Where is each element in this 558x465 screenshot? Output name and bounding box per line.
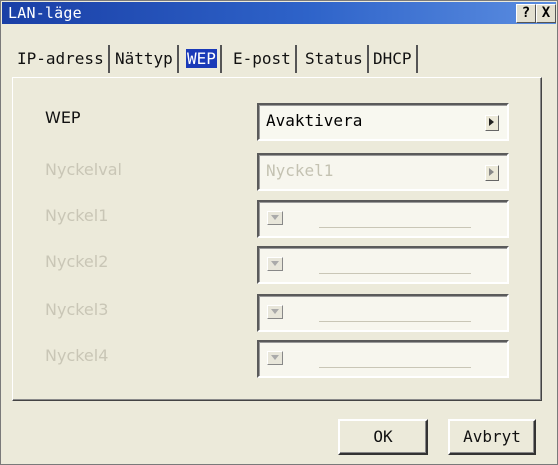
lan-mode-dialog: LAN-läge ? X IP-adress Nättyp WEP E-post… <box>0 0 558 465</box>
wep-settings-panel: WEP Avaktivera Nyckelval Nyckel1 Nyckel1… <box>12 77 542 401</box>
key1-input <box>257 200 509 238</box>
key-select: Nyckel1 <box>257 153 509 191</box>
tab-label: DHCP <box>373 49 412 68</box>
key3-underline <box>319 321 471 322</box>
key-select-value: Nyckel1 <box>266 161 334 180</box>
dropdown-icon <box>267 351 283 365</box>
title-bar[interactable]: LAN-läge ? X <box>2 2 556 24</box>
key2-input <box>257 246 509 284</box>
cancel-button[interactable]: Avbryt <box>448 419 536 455</box>
tab-status[interactable]: Status <box>301 45 369 73</box>
wep-value: Avaktivera <box>266 111 363 130</box>
key2-label: Nyckel2 <box>45 252 109 271</box>
key1-label: Nyckel1 <box>45 206 109 225</box>
key4-input <box>257 340 509 378</box>
help-button[interactable]: ? <box>516 4 536 23</box>
right-arrow-icon <box>485 165 499 181</box>
wep-label: WEP <box>45 108 81 127</box>
close-button[interactable]: X <box>536 4 556 23</box>
tab-label: Status <box>305 49 363 68</box>
key-select-label: Nyckelval <box>45 160 122 179</box>
dropdown-icon <box>267 257 283 271</box>
key4-label: Nyckel4 <box>45 346 109 365</box>
dropdown-icon <box>267 211 283 225</box>
key1-underline <box>319 227 471 228</box>
key3-label: Nyckel3 <box>45 300 109 319</box>
dropdown-icon <box>267 305 283 319</box>
tab-email[interactable]: E-post <box>229 45 297 73</box>
key4-underline <box>319 367 471 368</box>
window-title: LAN-läge <box>8 4 82 22</box>
tab-label: E-post <box>233 49 291 68</box>
key3-input <box>257 294 509 332</box>
right-arrow-icon[interactable] <box>485 115 499 131</box>
tab-label: IP-adress <box>17 49 104 68</box>
tab-wep[interactable]: WEP <box>183 45 222 73</box>
tab-label: Nättyp <box>115 49 173 68</box>
tab-ip-address[interactable]: IP-adress <box>13 45 110 73</box>
tab-dhcp[interactable]: DHCP <box>369 45 418 73</box>
wep-select[interactable]: Avaktivera <box>257 103 509 141</box>
tab-network-type[interactable]: Nättyp <box>111 45 179 73</box>
tab-label: WEP <box>186 49 217 68</box>
ok-button[interactable]: OK <box>338 419 428 455</box>
key2-underline <box>319 273 471 274</box>
